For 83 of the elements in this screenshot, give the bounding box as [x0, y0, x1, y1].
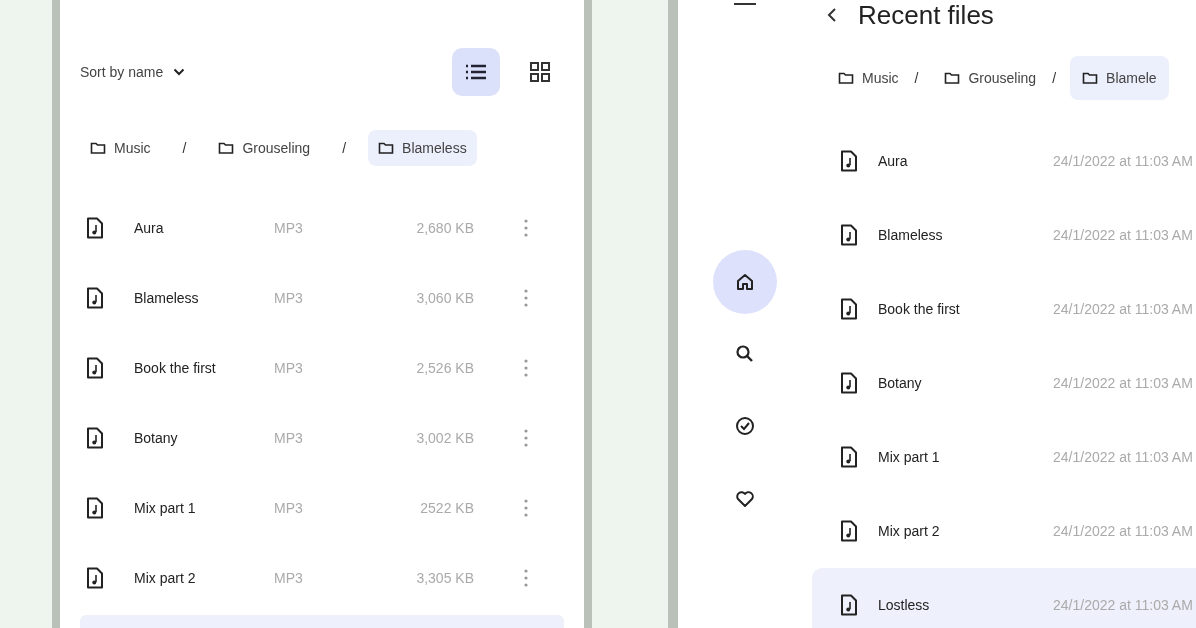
more-options-button[interactable]: [524, 568, 528, 588]
music-file-icon: [840, 150, 858, 172]
file-size: 3,002 KB: [415, 430, 474, 446]
file-name: Book the first: [134, 360, 217, 376]
path-separator: /: [341, 140, 348, 156]
chevron-down-icon: [173, 68, 186, 76]
path-separator: /: [913, 70, 920, 86]
folder-icon: [1082, 71, 1099, 85]
selected-file-row[interactable]: Lostless 24/1/2022 at 11:03 AM: [812, 568, 1196, 628]
music-file-icon: [840, 594, 858, 616]
more-options-button[interactable]: [524, 288, 528, 308]
grid-icon: [529, 61, 551, 83]
file-type: MP3: [274, 220, 304, 236]
home-icon: [734, 271, 756, 293]
file-size: 2522 KB: [419, 500, 474, 516]
music-file-icon: [840, 446, 858, 468]
file-type: MP3: [274, 290, 304, 306]
more-options-button[interactable]: [524, 428, 528, 448]
music-file-icon: [86, 217, 104, 239]
file-size: 2,680 KB: [415, 220, 474, 236]
breadcrumb[interactable]: Grouseling: [208, 130, 321, 166]
breadcrumb[interactable]: Blameless: [368, 130, 477, 166]
music-file-icon: [86, 287, 104, 309]
file-name: Mix part 2: [878, 523, 941, 539]
file-name: Lostless: [878, 597, 931, 613]
path-separator: /: [1051, 70, 1058, 86]
file-name: Aura: [134, 220, 165, 236]
breadcrumb[interactable]: Music: [80, 130, 161, 166]
file-size: 3,060 KB: [415, 290, 474, 306]
file-row[interactable]: Blameless 24/1/2022 at 11:03 AM: [812, 198, 1196, 272]
more-options-button[interactable]: [524, 218, 528, 238]
file-size: 3,305 KB: [415, 570, 474, 586]
music-file-icon: [840, 372, 858, 394]
breadcrumb[interactable]: Grouseling: [932, 56, 1049, 100]
file-type: MP3: [274, 570, 304, 586]
file-row[interactable]: Book the first 24/1/2022 at 11:03 AM: [812, 272, 1196, 346]
file-date: 24/1/2022 at 11:03 AM: [1053, 153, 1193, 169]
file-name: Mix part 2: [134, 570, 197, 586]
folder-icon: [218, 141, 235, 155]
music-file-icon: [86, 427, 104, 449]
file-row[interactable]: Mix part 1 24/1/2022 at 11:03 AM: [812, 420, 1196, 494]
file-name: Blameless: [878, 227, 944, 243]
folder-icon: [944, 71, 961, 85]
file-name: Botany: [134, 430, 179, 446]
music-file-icon: [86, 567, 104, 589]
file-date: 24/1/2022 at 11:03 AM: [1053, 227, 1193, 243]
file-date: 24/1/2022 at 11:03 AM: [1053, 301, 1193, 317]
music-file-icon: [840, 520, 858, 542]
list-view-button[interactable]: [452, 48, 500, 96]
folder-icon: [378, 141, 395, 155]
music-file-icon: [840, 224, 858, 246]
music-file-icon: [86, 357, 104, 379]
file-name: Botany: [878, 375, 923, 391]
more-options-button[interactable]: [524, 498, 528, 518]
folder-icon: [90, 141, 106, 155]
file-row[interactable]: Botany 24/1/2022 at 11:03 AM: [812, 346, 1196, 420]
file-date: 24/1/2022 at 11:03 AM: [1053, 523, 1193, 539]
folder-icon: [838, 71, 854, 85]
more-options-button[interactable]: [524, 358, 528, 378]
file-name: Blameless: [134, 290, 200, 306]
file-type: MP3: [274, 360, 304, 376]
file-name: Aura: [878, 153, 909, 169]
file-name: Book the first: [878, 301, 961, 317]
file-name: Mix part 1: [878, 449, 941, 465]
screen-title: Recent files: [858, 0, 994, 30]
file-size: 2,526 KB: [415, 360, 474, 376]
sort-dropdown[interactable]: Sort by name: [80, 64, 186, 80]
file-date: 24/1/2022 at 11:03 AM: [1053, 449, 1193, 465]
breadcrumb[interactable]: Blamele: [1070, 56, 1169, 100]
check-circle-icon: [734, 415, 756, 437]
file-date: 24/1/2022 at 11:03 AM: [1053, 597, 1193, 613]
list-icon: [465, 64, 487, 80]
breadcrumb[interactable]: Music: [826, 56, 911, 100]
music-file-icon: [840, 298, 858, 320]
menu-icon[interactable]: [734, 0, 756, 6]
path-separator: /: [181, 140, 188, 156]
file-row[interactable]: Mix part 2 24/1/2022 at 11:03 AM: [812, 494, 1196, 568]
music-file-icon: [86, 497, 104, 519]
file-type: MP3: [274, 500, 304, 516]
file-date: 24/1/2022 at 11:03 AM: [1053, 375, 1193, 391]
file-type: MP3: [274, 430, 304, 446]
file-row[interactable]: Aura 24/1/2022 at 11:03 AM: [812, 124, 1196, 198]
file-name: Mix part 1: [134, 500, 197, 516]
